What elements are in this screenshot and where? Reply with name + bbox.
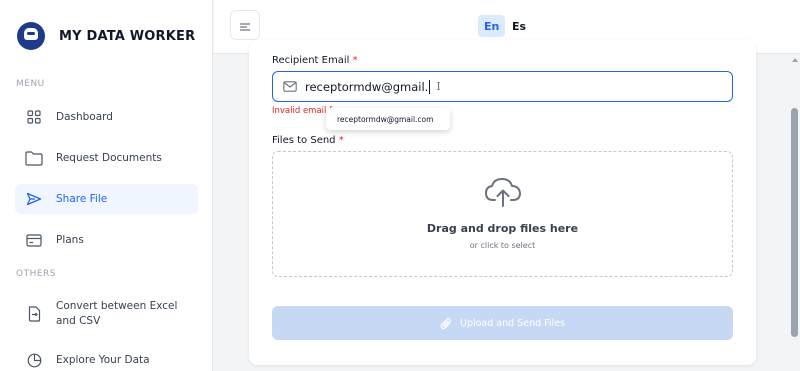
sidebar-item-convert-excel-csv[interactable]: Convert between Excel and CSV bbox=[15, 294, 198, 334]
recipient-email-field[interactable]: receptormdw@gmail. I bbox=[272, 71, 733, 102]
recipient-email-label-text: Recipient Email bbox=[272, 55, 350, 66]
language-es-button[interactable]: Es bbox=[506, 15, 532, 37]
required-mark: * bbox=[338, 135, 344, 146]
cloud-upload-icon bbox=[484, 176, 522, 212]
sidebar: MY DATA WORKER MENU Dashboard Request Do… bbox=[0, 0, 213, 371]
menu-toggle-button[interactable] bbox=[230, 10, 260, 40]
share-file-form: Recipient Email * receptormdw@gmail. I I… bbox=[249, 40, 756, 365]
pie-chart-icon bbox=[25, 351, 43, 369]
brand[interactable]: MY DATA WORKER bbox=[17, 22, 195, 50]
sidebar-item-label: Request Documents bbox=[56, 152, 162, 164]
recipient-email-label: Recipient Email * bbox=[272, 55, 358, 66]
menu-section-label: MENU bbox=[16, 79, 45, 89]
files-to-send-label-text: Files to Send bbox=[272, 135, 336, 146]
language-en-button[interactable]: En bbox=[478, 15, 506, 37]
sidebar-item-label: Share File bbox=[56, 193, 108, 205]
dropzone-title: Drag and drop files here bbox=[426, 222, 579, 235]
email-input-value: receptormdw@gmail. bbox=[305, 79, 429, 94]
robot-logo-icon bbox=[17, 22, 45, 50]
files-to-send-label: Files to Send * bbox=[272, 135, 344, 146]
sidebar-item-plans[interactable]: Plans bbox=[15, 225, 198, 255]
scroll-up-arrow-icon[interactable] bbox=[792, 58, 798, 62]
grid-icon bbox=[25, 108, 43, 126]
others-section-label: OTHERS bbox=[16, 269, 57, 279]
card-icon bbox=[25, 231, 43, 249]
sidebar-item-label: Dashboard bbox=[56, 111, 113, 123]
upload-button-label: Upload and Send Files bbox=[460, 317, 565, 329]
file-convert-icon bbox=[25, 305, 43, 323]
text-caret bbox=[429, 79, 431, 94]
upload-and-send-button[interactable]: Upload and Send Files bbox=[272, 306, 733, 340]
sidebar-item-label: Explore Your Data bbox=[56, 354, 150, 366]
email-autocomplete-suggestion[interactable]: receptormdw@gmail.com bbox=[326, 108, 450, 130]
hamburger-icon bbox=[240, 16, 250, 35]
dropzone-subtitle: or click to select bbox=[469, 241, 536, 250]
brand-name: MY DATA WORKER bbox=[59, 28, 196, 44]
sidebar-item-explore-data[interactable]: Explore Your Data bbox=[15, 345, 198, 371]
file-dropzone[interactable]: Drag and drop files here or click to sel… bbox=[272, 151, 733, 277]
mail-icon bbox=[283, 77, 297, 96]
text-cursor-icon: I bbox=[436, 80, 441, 93]
required-mark: * bbox=[352, 55, 358, 66]
scrollbar-thumb[interactable] bbox=[791, 108, 798, 337]
sidebar-item-share-file[interactable]: Share File bbox=[15, 184, 198, 214]
paperclip-icon bbox=[440, 317, 452, 330]
send-icon bbox=[25, 190, 43, 208]
sidebar-item-label: Convert between Excel and CSV bbox=[56, 300, 178, 327]
sidebar-item-dashboard[interactable]: Dashboard bbox=[15, 102, 198, 132]
folder-icon bbox=[25, 149, 43, 167]
sidebar-item-label: Plans bbox=[56, 234, 84, 246]
sidebar-item-request-documents[interactable]: Request Documents bbox=[15, 143, 198, 173]
